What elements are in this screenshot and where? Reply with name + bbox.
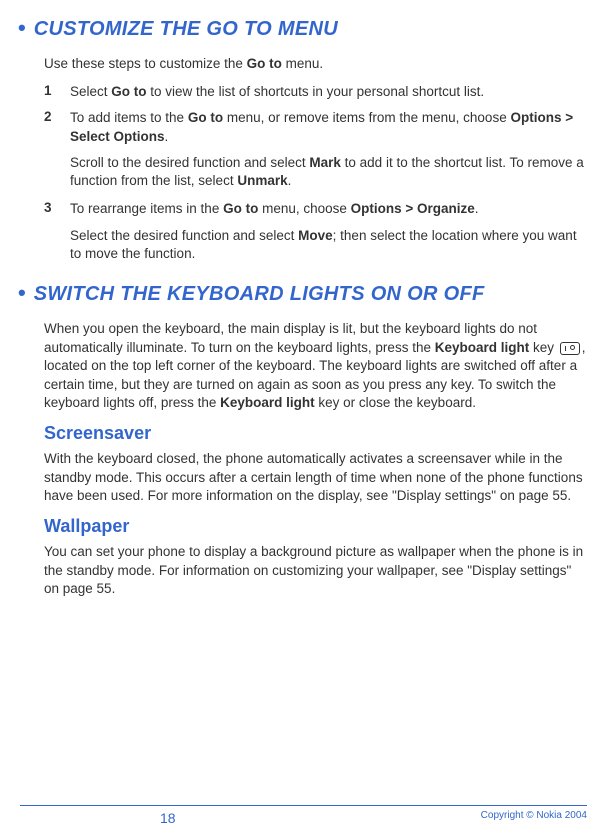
step-3: 3 To rearrange items in the Go to menu, … bbox=[44, 200, 587, 218]
keyboard-lights-para: When you open the keyboard, the main dis… bbox=[44, 320, 587, 413]
footer: 18 Copyright © Nokia 2004 bbox=[20, 805, 587, 826]
step-1: 1 Select Go to to view the list of short… bbox=[44, 83, 587, 101]
intro-text: Use these steps to customize the Go to m… bbox=[44, 55, 587, 73]
step-number: 2 bbox=[44, 109, 54, 145]
step-content: To add items to the Go to menu, or remov… bbox=[70, 109, 587, 145]
subheading-wallpaper: Wallpaper bbox=[44, 516, 587, 537]
step-content: Select Go to to view the list of shortcu… bbox=[70, 83, 587, 101]
step-content: To rearrange items in the Go to menu, ch… bbox=[70, 200, 587, 218]
page-number: 18 bbox=[160, 810, 176, 826]
bullet-icon: • bbox=[18, 17, 26, 39]
step-number: 3 bbox=[44, 200, 54, 218]
step-3-sub: Select the desired function and select M… bbox=[70, 227, 587, 263]
step-2-sub: Scroll to the desired function and selec… bbox=[70, 154, 587, 190]
keyboard-light-key-icon bbox=[560, 342, 580, 355]
subheading-screensaver: Screensaver bbox=[44, 423, 587, 444]
section-heading-customize: CUSTOMIZE THE GO TO MENU bbox=[34, 18, 338, 41]
step-number: 1 bbox=[44, 83, 54, 101]
screensaver-para: With the keyboard closed, the phone auto… bbox=[44, 450, 587, 506]
bullet-icon: • bbox=[18, 282, 26, 304]
wallpaper-para: You can set your phone to display a back… bbox=[44, 543, 587, 599]
copyright-text: Copyright © Nokia 2004 bbox=[481, 810, 587, 821]
step-2: 2 To add items to the Go to menu, or rem… bbox=[44, 109, 587, 145]
section-heading-keyboard-lights: SWITCH THE KEYBOARD LIGHTS ON OR OFF bbox=[34, 283, 485, 306]
